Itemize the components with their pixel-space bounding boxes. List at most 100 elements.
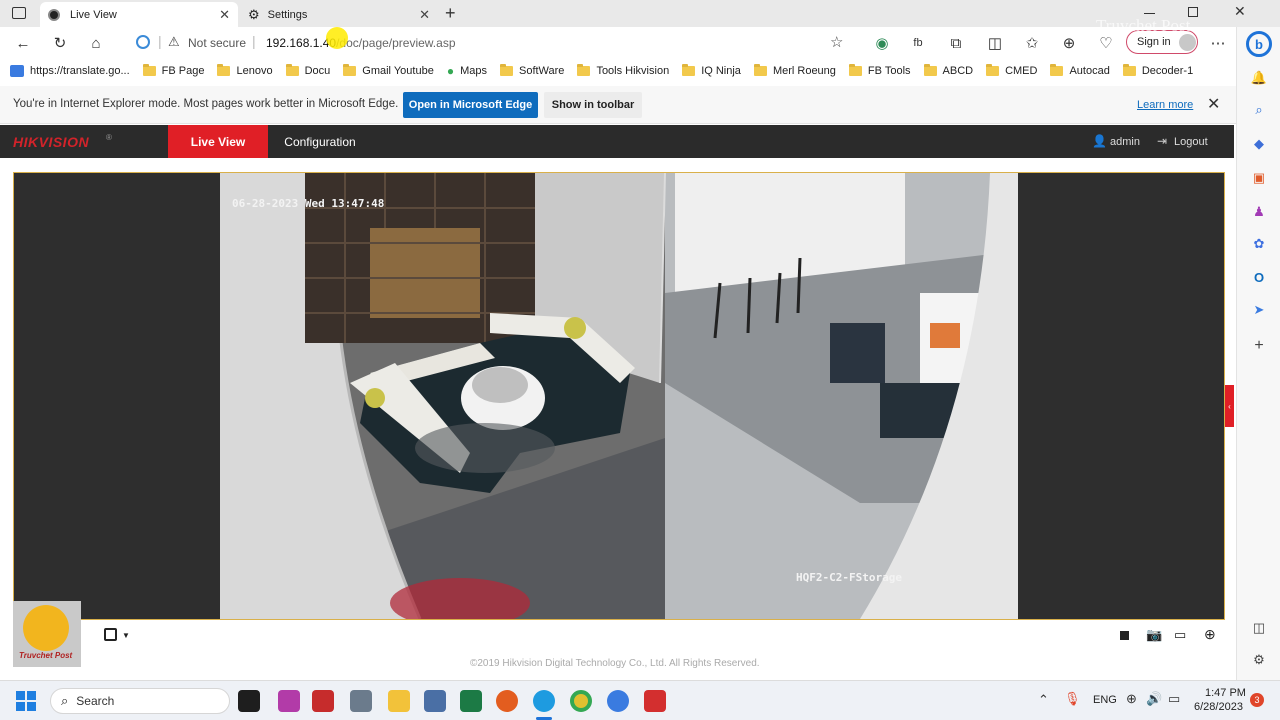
- bookmark-cmed[interactable]: CMED: [986, 63, 1037, 77]
- bookmark-maps[interactable]: ● Maps: [447, 64, 487, 78]
- sidebar-settings-icon[interactable]: ⚙: [1250, 651, 1268, 669]
- clock-date[interactable]: 6/28/2023: [1194, 701, 1243, 713]
- favorite-star-icon[interactable]: ☆: [830, 33, 843, 51]
- bookmark-autocad[interactable]: Autocad: [1050, 63, 1110, 77]
- nav-configuration[interactable]: Configuration: [270, 125, 370, 158]
- snipping-tool-icon[interactable]: [278, 690, 300, 712]
- edge-icon[interactable]: [533, 690, 555, 712]
- new-tab-button[interactable]: +: [445, 3, 456, 24]
- bookmark-software[interactable]: SoftWare: [499, 63, 564, 77]
- microsoft-365-icon[interactable]: ✿: [1250, 235, 1268, 253]
- stop-all-icon[interactable]: [1120, 631, 1129, 640]
- security-label[interactable]: Not secure: [188, 36, 246, 50]
- refresh-icon[interactable]: ↻: [50, 33, 70, 53]
- browser-essentials-icon[interactable]: ♡: [1096, 33, 1116, 53]
- close-tab-icon[interactable]: ✕: [419, 7, 430, 23]
- drop-icon[interactable]: ➤: [1250, 301, 1268, 319]
- battery-icon[interactable]: ▭: [1168, 691, 1180, 707]
- hide-sidebar-icon[interactable]: ◫: [1250, 619, 1268, 637]
- home-icon[interactable]: ⌂: [86, 33, 106, 53]
- app-icon-hex-red[interactable]: [644, 690, 666, 712]
- capture-icon[interactable]: 📷: [1146, 627, 1162, 643]
- bookmark-lenovo[interactable]: Lenovo: [217, 63, 273, 77]
- bookmark-fb-tools[interactable]: FB Tools: [848, 63, 911, 77]
- user-icon: 👤: [1092, 134, 1107, 148]
- bookmark-abcd[interactable]: ABCD: [923, 63, 973, 77]
- bookmark-gmail-youtube[interactable]: Gmail Youtube: [343, 63, 434, 77]
- bing-copilot-icon[interactable]: b: [1246, 31, 1272, 57]
- extensions-icon[interactable]: ⧉: [946, 33, 966, 53]
- tab-live-view[interactable]: Live View ✕: [40, 2, 238, 27]
- notification-bell-icon[interactable]: 🔔: [1250, 69, 1268, 87]
- shopping-icon[interactable]: ◆: [1250, 135, 1268, 153]
- excel-icon[interactable]: [460, 690, 482, 712]
- bookmark-tools-hikvision[interactable]: Tools Hikvision: [577, 63, 670, 77]
- extension-fb-icon[interactable]: fb: [908, 33, 928, 53]
- bookmark-iq-ninja[interactable]: IQ Ninja: [682, 63, 741, 77]
- camera-feed[interactable]: 06-28-2023 Wed 13:47:48 HQF2-C2-FStorage: [220, 173, 1018, 619]
- address-bar[interactable]: | ⚠ Not secure | 192.168.1.40/doc/page/p…: [120, 31, 860, 55]
- collapse-panel-handle[interactable]: ‹: [1225, 385, 1234, 427]
- bookmark-merl-roeung[interactable]: Merl Roeung: [753, 63, 836, 77]
- language-indicator[interactable]: ENG: [1093, 694, 1117, 706]
- add-sidebar-icon[interactable]: +: [1250, 337, 1268, 355]
- nav-live-view[interactable]: Live View: [168, 125, 268, 158]
- folder-icon: [142, 63, 156, 76]
- search-icon[interactable]: ⌕: [1250, 101, 1268, 119]
- calculator-icon[interactable]: [424, 690, 446, 712]
- file-explorer-icon[interactable]: [388, 690, 410, 712]
- collections-icon[interactable]: ⊕: [1059, 33, 1079, 53]
- zoom-icon[interactable]: ⊕: [1204, 626, 1216, 643]
- tools-icon[interactable]: ▣: [1250, 169, 1268, 187]
- record-icon[interactable]: ▭: [1174, 627, 1186, 643]
- bookmark-translate[interactable]: https://translate.go...: [10, 64, 130, 77]
- close-tab-icon[interactable]: ✕: [219, 7, 230, 23]
- more-menu-icon[interactable]: ⋯: [1208, 33, 1228, 53]
- tab-actions-icon[interactable]: [12, 7, 26, 19]
- clock-time[interactable]: 1:47 PM: [1205, 687, 1246, 699]
- logout-link[interactable]: Logout: [1174, 136, 1208, 148]
- app-icon-red[interactable]: [312, 690, 334, 712]
- volume-icon[interactable]: 🔊: [1146, 691, 1162, 707]
- microphone-icon[interactable]: 🎙: [1064, 691, 1081, 707]
- folder-icon: [499, 63, 513, 76]
- bookmark-docu[interactable]: Docu: [285, 63, 330, 77]
- learn-more-link[interactable]: Learn more: [1137, 99, 1193, 111]
- stream-icon[interactable]: [104, 628, 117, 641]
- chrome-icon[interactable]: [570, 690, 592, 712]
- video-window[interactable]: 06-28-2023 Wed 13:47:48 HQF2-C2-FStorage…: [13, 172, 1234, 620]
- logout-icon[interactable]: ⇥: [1157, 134, 1167, 148]
- ie-mode-icon[interactable]: [136, 35, 150, 49]
- taskbar-search-input[interactable]: ⌕ Search: [50, 688, 230, 714]
- extension-globe-icon[interactable]: ◉: [872, 33, 892, 53]
- url-text[interactable]: 192.168.1.40/doc/page/preview.asp: [266, 36, 456, 50]
- tray-overflow-icon[interactable]: ⌃: [1038, 692, 1049, 708]
- hikvision-header: HIKVISION ® Live View Configuration 👤 ad…: [0, 125, 1234, 158]
- cursor-highlight: [326, 27, 348, 49]
- bookmark-label: Tools Hikvision: [596, 64, 670, 77]
- bookmark-decoder-1[interactable]: Decoder-1: [1122, 63, 1193, 77]
- close-banner-icon[interactable]: ✕: [1207, 94, 1220, 114]
- settings-app-icon[interactable]: [607, 690, 629, 712]
- back-icon[interactable]: ←: [13, 33, 33, 53]
- games-icon[interactable]: ♟: [1250, 203, 1268, 221]
- network-icon[interactable]: ⊕: [1126, 691, 1137, 707]
- favorites-icon[interactable]: ✩: [1022, 33, 1042, 53]
- firefox-icon[interactable]: [496, 690, 518, 712]
- notification-badge[interactable]: 3: [1250, 693, 1264, 707]
- minimize-icon[interactable]: [1144, 13, 1155, 14]
- edge-sidebar: b 🔔 ⌕ ◆ ▣ ♟ ✿ O ➤ + ◫ ⚙: [1236, 27, 1280, 680]
- show-in-toolbar-button[interactable]: Show in toolbar: [544, 92, 642, 118]
- bookmark-fb-page[interactable]: FB Page: [142, 63, 204, 77]
- task-view-icon[interactable]: [238, 690, 260, 712]
- outlook-icon[interactable]: O: [1250, 268, 1268, 286]
- close-window-icon[interactable]: ✕: [1234, 3, 1246, 20]
- windows-start-icon[interactable]: [16, 691, 36, 711]
- open-in-edge-button[interactable]: Open in Microsoft Edge: [403, 92, 538, 118]
- camera-app-icon[interactable]: [350, 690, 372, 712]
- stream-dropdown-icon[interactable]: ▼: [122, 631, 130, 640]
- split-screen-icon[interactable]: ◫: [985, 33, 1005, 53]
- tab-settings[interactable]: ⚙ Settings ✕: [240, 2, 438, 27]
- warning-icon[interactable]: ⚠: [168, 34, 180, 50]
- translate-icon: [10, 64, 24, 77]
